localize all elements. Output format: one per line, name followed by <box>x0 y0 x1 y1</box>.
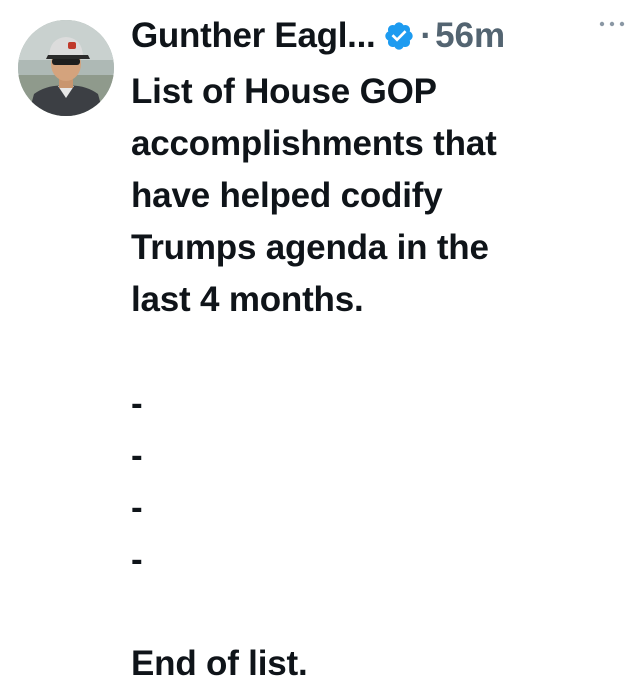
tweet-line: have helped codify <box>131 176 443 215</box>
display-name[interactable]: Gunther Eagl... <box>131 16 376 56</box>
tweet-line-dash: - <box>131 436 143 475</box>
avatar[interactable] <box>18 20 114 116</box>
tweet-line: End of list. <box>131 644 308 683</box>
timestamp[interactable]: 56m <box>435 16 505 56</box>
tweet-line: Trumps agenda in the <box>131 228 489 267</box>
tweet-line-dash: - <box>131 488 143 527</box>
tweet-text: List of House GOP accomplishments that h… <box>131 66 611 690</box>
tweet-line: accomplishments that <box>131 124 497 163</box>
tweet-line-dash: - <box>131 540 143 579</box>
tweet-line: last 4 months. <box>131 280 364 319</box>
tweet-line: List of House GOP <box>131 72 437 111</box>
tweet-header: Gunther Eagl... · 56m <box>131 12 640 60</box>
header-separator: · <box>420 16 433 55</box>
tweet-line-dash: - <box>131 384 143 423</box>
profile-photo-icon <box>18 20 114 116</box>
verified-badge-icon[interactable] <box>383 20 415 52</box>
more-horizontal-icon[interactable] <box>598 14 626 34</box>
